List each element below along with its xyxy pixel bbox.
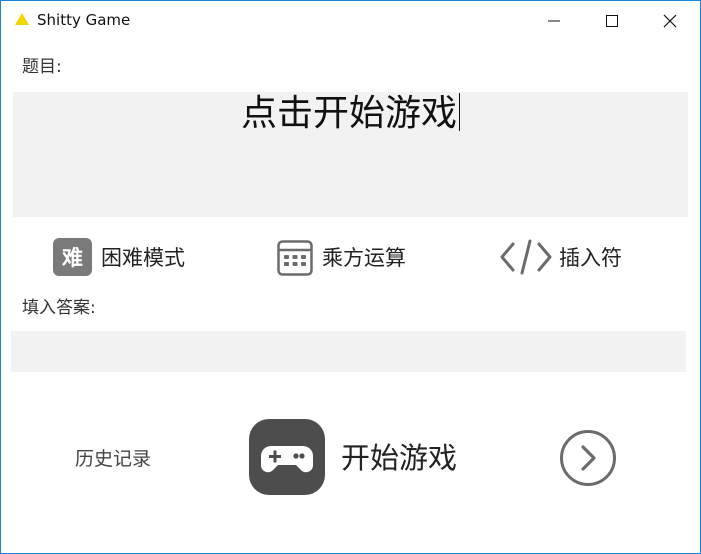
app-window: Shitty Game 题目: 点击开始游戏 难 困难模式 乘方运算 插入符 填…: [0, 0, 701, 554]
minimize-button[interactable]: [525, 1, 583, 39]
question-label: 题目:: [22, 57, 62, 77]
calculator-icon: [277, 240, 313, 276]
minimize-icon: [548, 20, 560, 22]
answer-input[interactable]: [11, 331, 686, 372]
close-icon: [663, 14, 677, 28]
insert-caret-option[interactable]: 插入符: [499, 236, 639, 276]
insert-caret-label: 插入符: [559, 246, 622, 270]
power-operation-label: 乘方运算: [322, 246, 406, 270]
code-brackets-icon: [500, 239, 552, 275]
hard-mode-option[interactable]: 难 困难模式: [53, 236, 203, 276]
yellow-triangle-icon: [15, 13, 29, 25]
start-game-button[interactable]: 开始游戏: [249, 419, 489, 497]
gamepad-icon: [249, 419, 325, 495]
hard-mode-label: 困难模式: [101, 246, 185, 270]
window-title: Shitty Game: [37, 11, 131, 29]
question-display: 点击开始游戏: [13, 92, 688, 217]
start-game-label: 开始游戏: [341, 441, 458, 475]
maximize-button[interactable]: [583, 1, 641, 39]
answer-label: 填入答案:: [22, 298, 96, 318]
close-button[interactable]: [641, 1, 699, 39]
chevron-right-circle-icon: [560, 430, 616, 486]
question-text: 点击开始游戏: [240, 93, 457, 134]
history-button[interactable]: 历史记录: [75, 444, 151, 471]
svg-text:难: 难: [61, 246, 83, 270]
hard-mode-icon: 难: [53, 238, 92, 276]
power-operation-option[interactable]: 乘方运算: [277, 236, 427, 276]
question-text-row: 点击开始游戏: [13, 92, 688, 135]
text-caret: [459, 93, 460, 131]
title-bar[interactable]: Shitty Game: [1, 1, 700, 39]
next-button[interactable]: [559, 429, 617, 487]
maximize-icon: [606, 15, 618, 27]
